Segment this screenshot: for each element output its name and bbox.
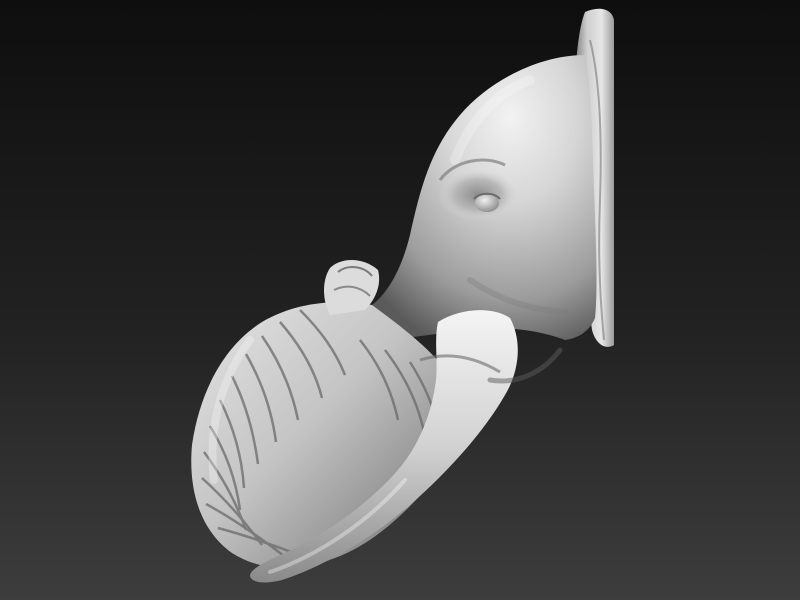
sculpt-viewport[interactable] — [0, 0, 800, 600]
elephant-head-render — [0, 0, 800, 600]
